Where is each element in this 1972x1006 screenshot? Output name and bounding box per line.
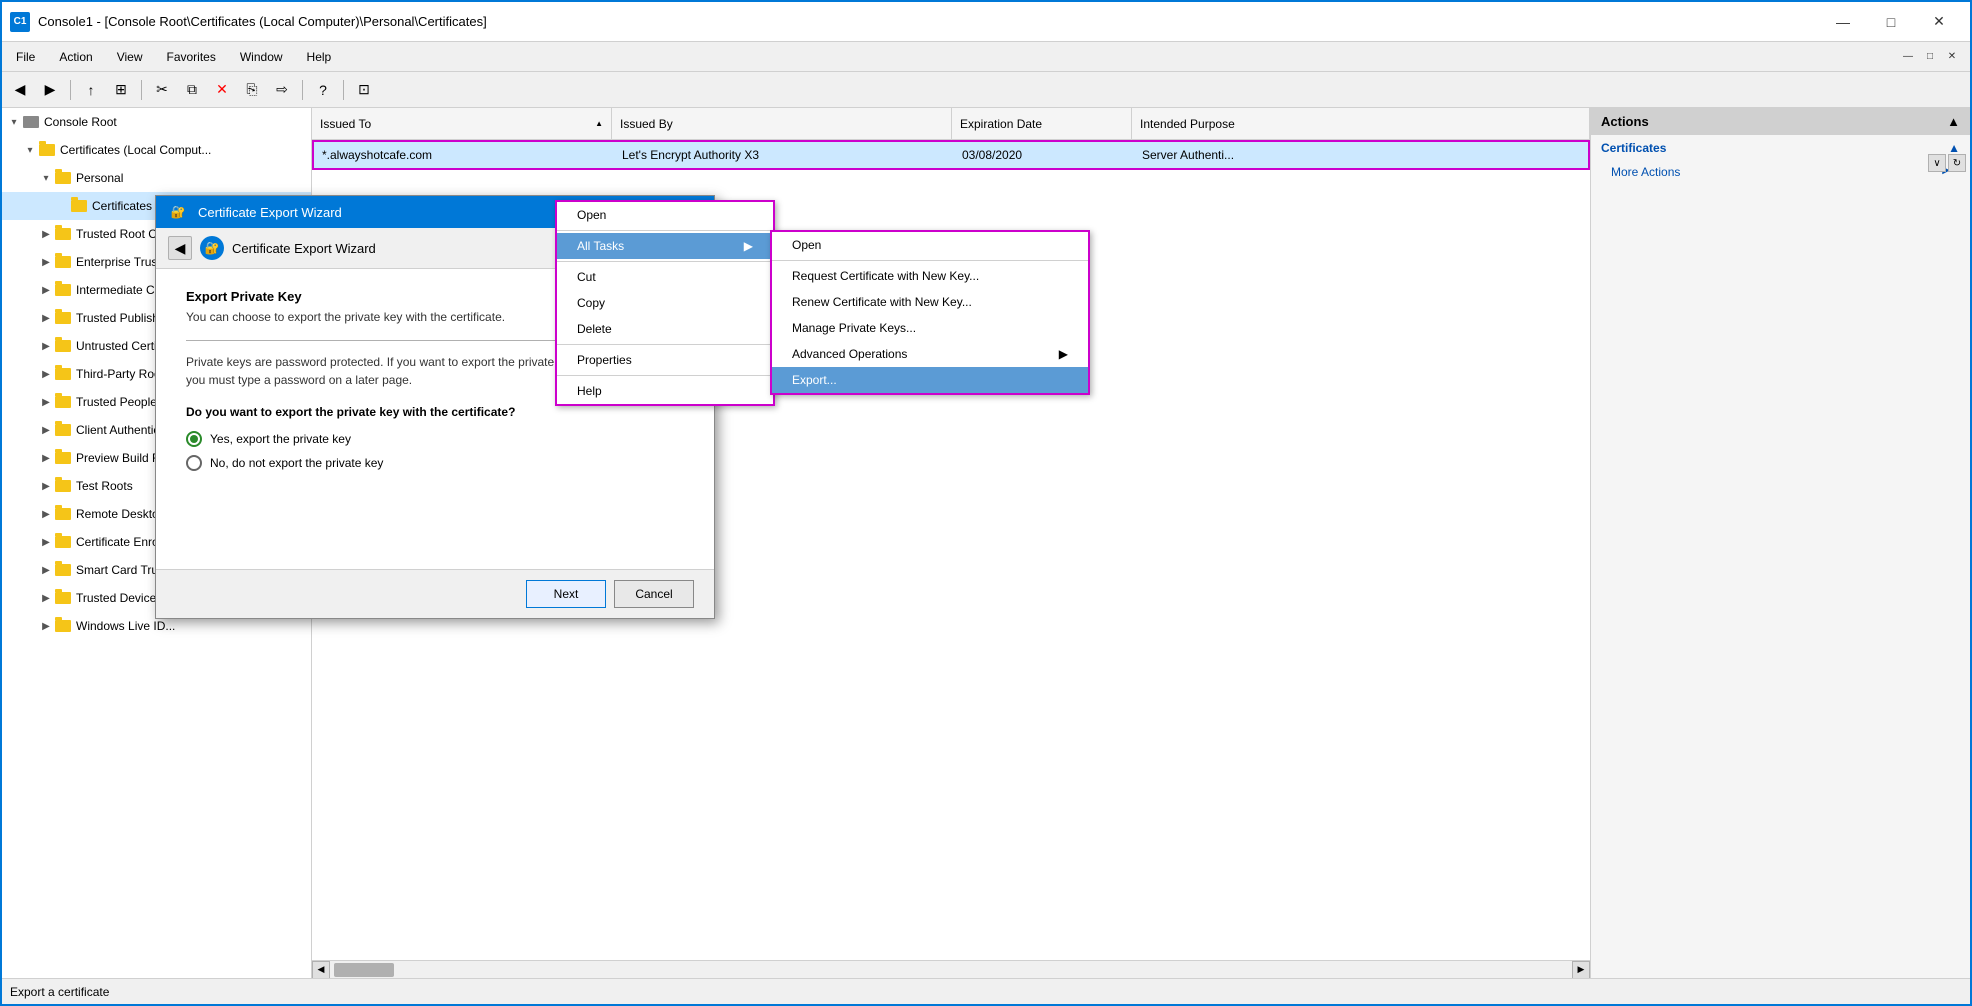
ctx-delete[interactable]: Delete — [557, 316, 773, 342]
radio-yes-dot — [190, 435, 198, 443]
wizard-icon: 🔐 — [166, 200, 190, 224]
ctx-cut[interactable]: Cut — [557, 264, 773, 290]
radio-no-label: No, do not export the private key — [210, 456, 383, 470]
ctx-open[interactable]: Open — [557, 202, 773, 228]
sub-open[interactable]: Open — [772, 232, 1088, 258]
sub-request[interactable]: Request Certificate with New Key... — [772, 263, 1088, 289]
dialog-overlay: 🔐 Certificate Export Wizard ✕ ◀ 🔐 Certif… — [0, 0, 1972, 1006]
radio-yes-button[interactable] — [186, 431, 202, 447]
all-tasks-submenu: Open Request Certificate with New Key...… — [770, 230, 1090, 395]
ctx-all-tasks[interactable]: All Tasks ▶ — [557, 233, 773, 259]
ctx-sep-4 — [557, 375, 773, 376]
radio-no-button[interactable] — [186, 455, 202, 471]
submenu-arrow: ▶ — [744, 239, 753, 253]
context-menu: Open All Tasks ▶ Cut Copy Delete Propert… — [555, 200, 775, 406]
sub-sep-1 — [772, 260, 1088, 261]
dialog-nav-icon: 🔐 — [200, 236, 224, 260]
dialog-nav-title: Certificate Export Wizard — [232, 241, 376, 256]
ctx-sep-3 — [557, 344, 773, 345]
sub-manage-keys[interactable]: Manage Private Keys... — [772, 315, 1088, 341]
dialog-question: Do you want to export the private key wi… — [186, 405, 684, 419]
sub-export[interactable]: Export... — [772, 367, 1088, 393]
dialog-back-button[interactable]: ◀ — [168, 236, 192, 260]
sub-renew[interactable]: Renew Certificate with New Key... — [772, 289, 1088, 315]
radio-yes-option[interactable]: Yes, export the private key — [186, 431, 684, 447]
next-button[interactable]: Next — [526, 580, 606, 608]
dialog-title-text: 🔐 Certificate Export Wizard — [166, 200, 342, 224]
ctx-copy[interactable]: Copy — [557, 290, 773, 316]
radio-no-option[interactable]: No, do not export the private key — [186, 455, 684, 471]
advanced-arrow: ▶ — [1059, 347, 1068, 361]
ctx-sep-1 — [557, 230, 773, 231]
dialog-footer: Next Cancel — [156, 569, 714, 618]
ctx-help[interactable]: Help — [557, 378, 773, 404]
sub-advanced[interactable]: Advanced Operations ▶ — [772, 341, 1088, 367]
ctx-properties[interactable]: Properties — [557, 347, 773, 373]
cancel-button[interactable]: Cancel — [614, 580, 694, 608]
ctx-sep-2 — [557, 261, 773, 262]
radio-yes-label: Yes, export the private key — [210, 432, 351, 446]
